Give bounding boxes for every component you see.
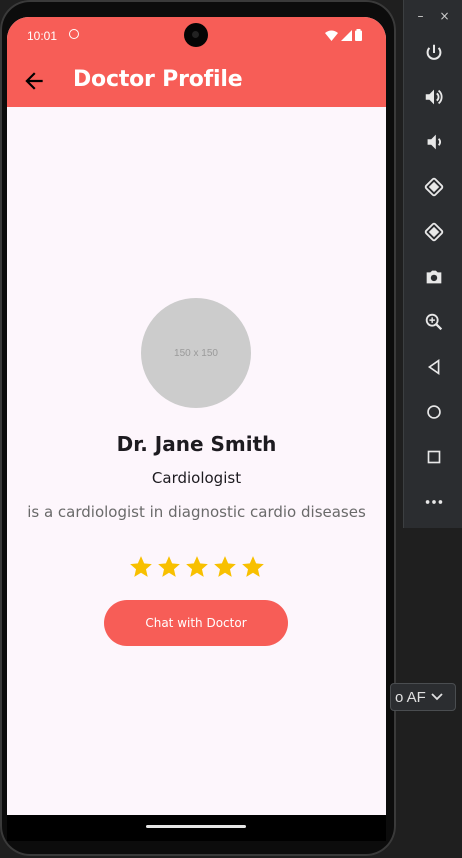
gesture-nav-bar <box>7 815 386 841</box>
chevron-down-icon <box>431 693 443 701</box>
api-level-value: o AF <box>395 688 426 706</box>
status-icons <box>325 29 362 41</box>
screenshot-button[interactable] <box>421 264 447 290</box>
more-button[interactable] <box>421 489 447 515</box>
signal-icon <box>341 29 352 41</box>
rotate-left-button[interactable] <box>421 174 447 200</box>
star-icon <box>185 556 208 577</box>
photo-placeholder-text: 150 x 150 <box>174 347 218 359</box>
doctor-bio: is a cardiologist in diagnostic cardio d… <box>27 503 366 521</box>
back-arrow-icon[interactable] <box>21 68 47 94</box>
front-camera <box>184 23 208 47</box>
rotate-left-icon <box>424 177 444 197</box>
status-bar: 10:01 <box>7 17 386 55</box>
nav-overview-button[interactable] <box>421 444 447 470</box>
page-title: Doctor Profile <box>73 67 243 92</box>
battery-icon <box>355 29 362 41</box>
doctor-name: Dr. Jane Smith <box>116 432 277 456</box>
home-icon <box>427 405 441 419</box>
chat-with-doctor-button[interactable]: Chat with Doctor <box>104 600 288 646</box>
camera-icon <box>426 270 442 284</box>
more-icon <box>425 500 443 504</box>
volume-up-icon <box>425 89 443 105</box>
wifi-icon <box>325 30 338 41</box>
emulator-toolbar: – × <box>403 0 462 528</box>
app-bar: Doctor Profile <box>7 55 386 107</box>
doctor-photo: 150 x 150 <box>141 298 251 408</box>
star-icon <box>157 556 180 577</box>
window-controls: – × <box>404 0 462 23</box>
api-level-select[interactable]: o AF <box>390 683 456 711</box>
minimize-button[interactable]: – <box>417 9 423 23</box>
doctor-specialty: Cardiologist <box>151 469 242 487</box>
power-button[interactable] <box>421 40 447 66</box>
rotate-right-icon <box>424 222 444 242</box>
status-time: 10:01 <box>27 29 58 43</box>
nav-back-button[interactable] <box>421 354 447 380</box>
app-screen: 10:01 Doctor Profile 150 x 150 Dr. Jane … <box>7 17 386 815</box>
phone-frame: 10:01 Doctor Profile 150 x 150 Dr. Jane … <box>0 0 396 856</box>
star-icon <box>241 556 264 577</box>
doctor-profile: 150 x 150 Dr. Jane Smith Cardiologist is… <box>7 107 386 815</box>
star-icon <box>129 556 152 577</box>
back-icon <box>427 358 440 376</box>
power-icon <box>426 44 442 60</box>
notification-icon <box>69 29 79 39</box>
zoom-button[interactable] <box>421 309 447 335</box>
home-gesture-handle[interactable] <box>146 825 246 828</box>
close-button[interactable]: × <box>439 9 449 23</box>
rotate-right-button[interactable] <box>421 219 447 245</box>
zoom-icon <box>425 313 443 331</box>
rating-stars <box>7 554 386 580</box>
volume-up-button[interactable] <box>421 84 447 110</box>
overview-icon <box>427 450 441 464</box>
volume-down-icon <box>427 134 441 150</box>
star-icon <box>213 556 236 577</box>
nav-home-button[interactable] <box>421 399 447 425</box>
volume-down-button[interactable] <box>421 129 447 155</box>
